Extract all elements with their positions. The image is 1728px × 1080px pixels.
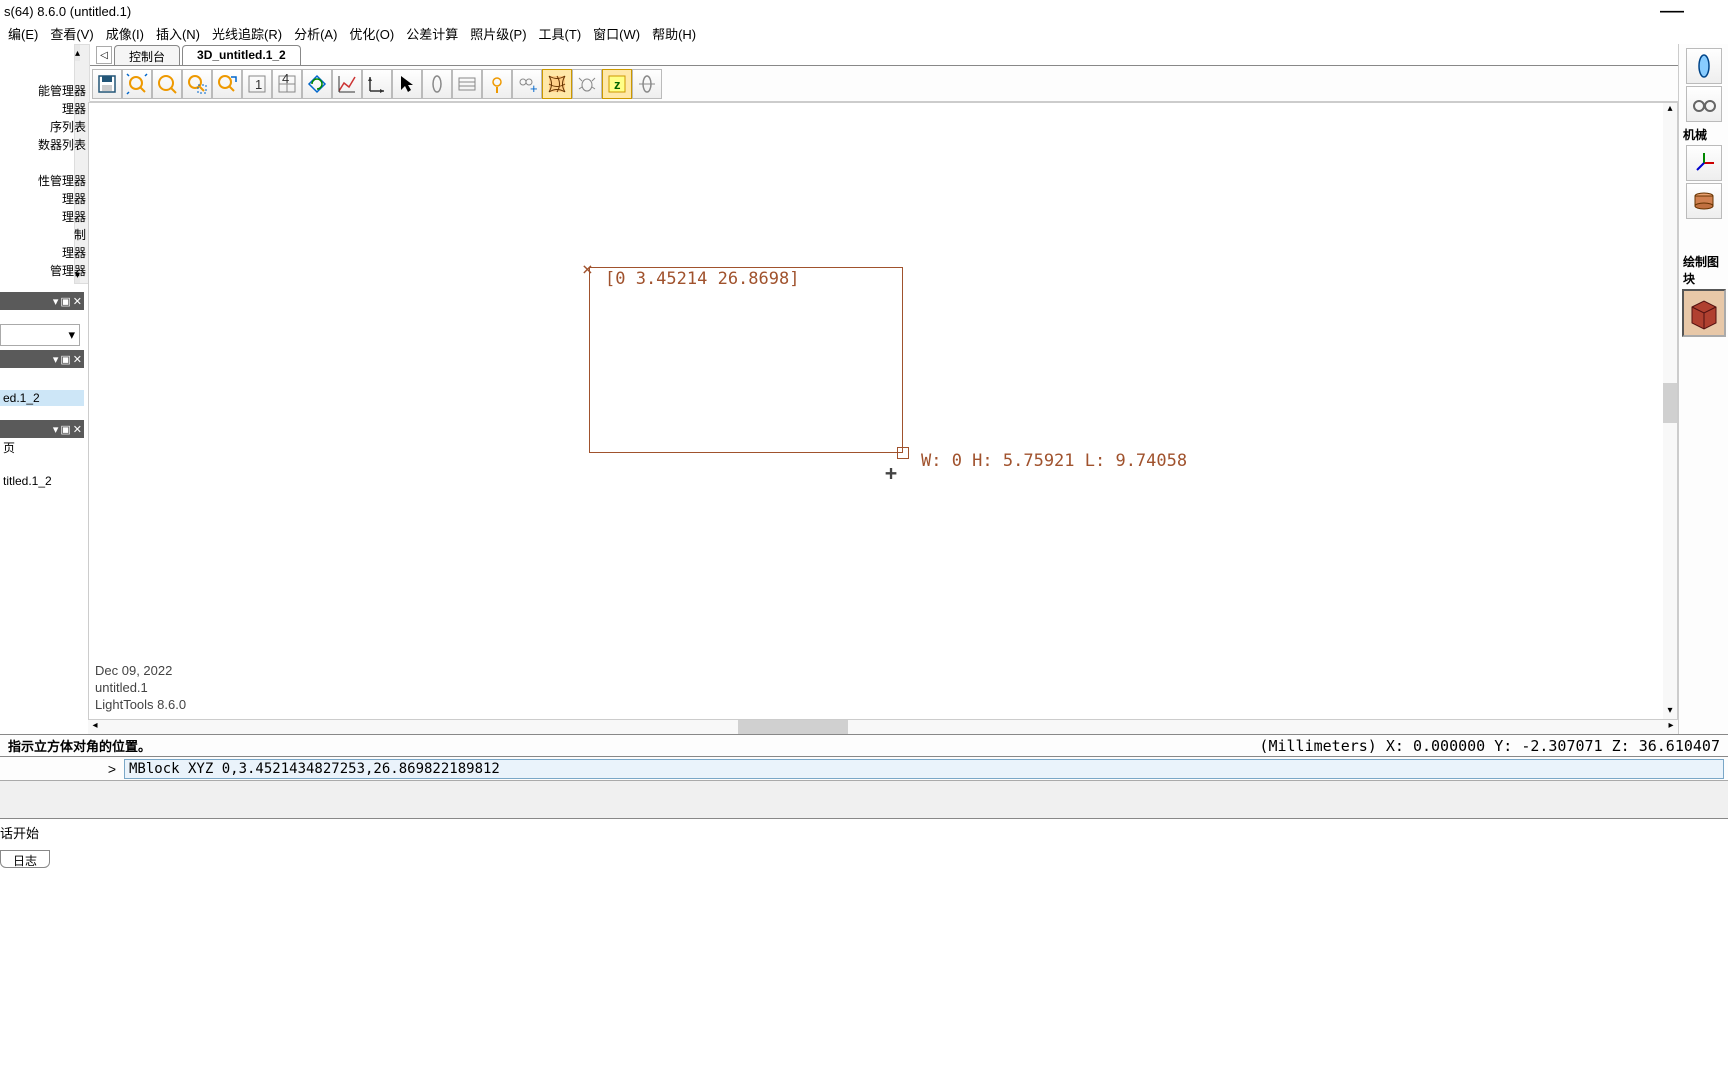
- bug-icon[interactable]: [572, 69, 602, 99]
- canvas-cursor-cross: +: [885, 461, 897, 485]
- panel-menu-icon[interactable]: ▾: [53, 423, 59, 436]
- left-item[interactable]: 性管理器: [22, 172, 88, 190]
- axes-tool-icon[interactable]: [1686, 145, 1722, 181]
- canvas-scrollbar-h[interactable]: ◂ ▸: [88, 720, 1678, 734]
- left-panel: ▴ ▾ 能管理器 理器 序列表 数器列表 性管理器 理器 理器 制 理器 管理器…: [0, 44, 88, 734]
- save-icon[interactable]: [92, 69, 122, 99]
- tab-nav-left[interactable]: ◁: [96, 46, 112, 64]
- panel-close-icon[interactable]: ✕: [73, 423, 82, 436]
- glasses-tool-icon[interactable]: [1686, 86, 1722, 122]
- cylinder-tool-icon[interactable]: [1686, 183, 1722, 219]
- status-bar: 指示立方体对角的位置。 (Millimeters) X: 0.000000 Y:…: [0, 734, 1728, 756]
- left-item[interactable]: 数器列表: [22, 136, 88, 154]
- command-row: >: [0, 756, 1728, 780]
- panel-header-1: ▾ ▣ ✕: [0, 292, 84, 310]
- menu-window[interactable]: 窗口(W): [587, 22, 646, 45]
- canvas-scrollbar-v[interactable]: ▴ ▾: [1663, 103, 1677, 719]
- status-message: 指示立方体对角的位置。: [8, 736, 151, 755]
- svg-text:+: +: [530, 81, 538, 95]
- tab-3d-view[interactable]: 3D_untitled.1_2: [182, 45, 301, 65]
- zoom-select-icon[interactable]: [212, 69, 242, 99]
- left-combo[interactable]: ▾: [0, 324, 80, 346]
- menu-help[interactable]: 帮助(H): [646, 22, 702, 45]
- lens-cross-icon[interactable]: [632, 69, 662, 99]
- command-input[interactable]: [124, 759, 1724, 779]
- panel-close-icon[interactable]: ✕: [73, 295, 82, 308]
- left-item[interactable]: 序列表: [22, 118, 88, 136]
- menu-photo[interactable]: 照片级(P): [464, 22, 532, 45]
- canvas-dimension-label: W: 0 H: 5.75921 L: 9.74058: [921, 451, 1187, 471]
- command-prompt-icon: >: [100, 761, 124, 777]
- pointer-icon[interactable]: [392, 69, 422, 99]
- block-tool-icon[interactable]: [1682, 289, 1726, 337]
- window-title: s(64) 8.6.0 (untitled.1): [4, 4, 131, 19]
- log-tab-row: 日志: [0, 846, 1728, 868]
- menu-optimize[interactable]: 优化(O): [343, 22, 400, 45]
- session-row: 话开始: [0, 818, 1728, 846]
- panel-menu-icon[interactable]: ▾: [53, 295, 59, 308]
- mesh-grid-icon[interactable]: [542, 69, 572, 99]
- menu-analysis[interactable]: 分析(A): [288, 22, 343, 45]
- status-coords: (Millimeters) X: 0.000000 Y: -2.307071 Z…: [1259, 737, 1720, 755]
- menu-view[interactable]: 查看(V): [44, 22, 99, 45]
- 3d-canvas[interactable]: × [0 3.45214 26.8698] + W: 0 H: 5.75921 …: [88, 102, 1678, 720]
- lens-tool-icon[interactable]: [1686, 48, 1722, 84]
- menu-tolerance[interactable]: 公差计算: [400, 22, 464, 45]
- menu-bar: 编(E) 查看(V) 成像(I) 插入(N) 光线追踪(R) 分析(A) 优化(…: [0, 22, 1728, 44]
- left-item[interactable]: 理器: [22, 208, 88, 226]
- view-4-icon[interactable]: 4: [272, 69, 302, 99]
- left-item[interactable]: 能管理器: [22, 82, 88, 100]
- bottom-gap: [0, 780, 1728, 818]
- canvas-handle[interactable]: [897, 447, 909, 459]
- panel-menu-icon[interactable]: ▾: [53, 353, 59, 366]
- menu-tools[interactable]: 工具(T): [533, 22, 588, 45]
- toolbar: 1 4 + z: [88, 66, 1678, 102]
- view-1-icon[interactable]: 1: [242, 69, 272, 99]
- panel-pin-icon[interactable]: ▣: [60, 353, 70, 366]
- window-minimize-button[interactable]: —: [1660, 0, 1724, 25]
- right-panel: 机械 绘制图块: [1678, 44, 1728, 734]
- line-chart-icon[interactable]: [332, 69, 362, 99]
- left-tree-item[interactable]: titled.1_2: [0, 473, 84, 489]
- zoom-fit-icon[interactable]: [122, 69, 152, 99]
- tab-console[interactable]: 控制台: [114, 45, 180, 65]
- menu-image[interactable]: 成像(I): [100, 22, 150, 45]
- rotate-icon[interactable]: [302, 69, 332, 99]
- chevron-down-icon: ▾: [68, 327, 75, 343]
- right-label-mech: 机械: [1679, 124, 1728, 145]
- menu-raytrace[interactable]: 光线追踪(R): [206, 22, 288, 45]
- panel-pin-icon[interactable]: ▣: [60, 423, 70, 436]
- zoom-window-icon[interactable]: [182, 69, 212, 99]
- left-item[interactable]: 理器: [22, 190, 88, 208]
- panel-header-3: ▾ ▣ ✕: [0, 420, 84, 438]
- left-tree-item[interactable]: 页: [0, 438, 84, 457]
- panel-close-icon[interactable]: ✕: [73, 353, 82, 366]
- svg-text:1: 1: [255, 77, 262, 92]
- left-item[interactable]: 理器: [22, 244, 88, 262]
- panel-pin-icon[interactable]: ▣: [60, 295, 70, 308]
- axis-icon[interactable]: [362, 69, 392, 99]
- lens-icon[interactable]: [422, 69, 452, 99]
- session-label: 话开始: [0, 823, 39, 842]
- svg-text:z: z: [614, 77, 621, 92]
- panel-header-2: ▾ ▣ ✕: [0, 350, 84, 368]
- canvas-info: Dec 09, 2022 untitled.1 LightTools 8.6.0: [95, 662, 186, 713]
- panel-icon[interactable]: [452, 69, 482, 99]
- light-icon[interactable]: [482, 69, 512, 99]
- left-item[interactable]: 制: [22, 226, 88, 244]
- title-bar: s(64) 8.6.0 (untitled.1) —: [0, 0, 1728, 22]
- menu-edit[interactable]: 编(E): [2, 22, 44, 45]
- left-item[interactable]: 理器: [22, 100, 88, 118]
- tab-row: ◁ 控制台 3D_untitled.1_2: [88, 44, 1678, 66]
- svg-text:4: 4: [282, 73, 289, 86]
- zoom-icon[interactable]: [152, 69, 182, 99]
- left-item[interactable]: 管理器: [22, 262, 88, 280]
- right-label-draw: 绘制图块: [1679, 251, 1728, 289]
- receivers-icon[interactable]: +: [512, 69, 542, 99]
- z-axis-icon[interactable]: z: [602, 69, 632, 99]
- left-selected-item[interactable]: ed.1_2: [0, 390, 84, 406]
- menu-insert[interactable]: 插入(N): [150, 22, 206, 45]
- log-tab[interactable]: 日志: [0, 850, 50, 868]
- canvas-rect-shape: [589, 267, 903, 453]
